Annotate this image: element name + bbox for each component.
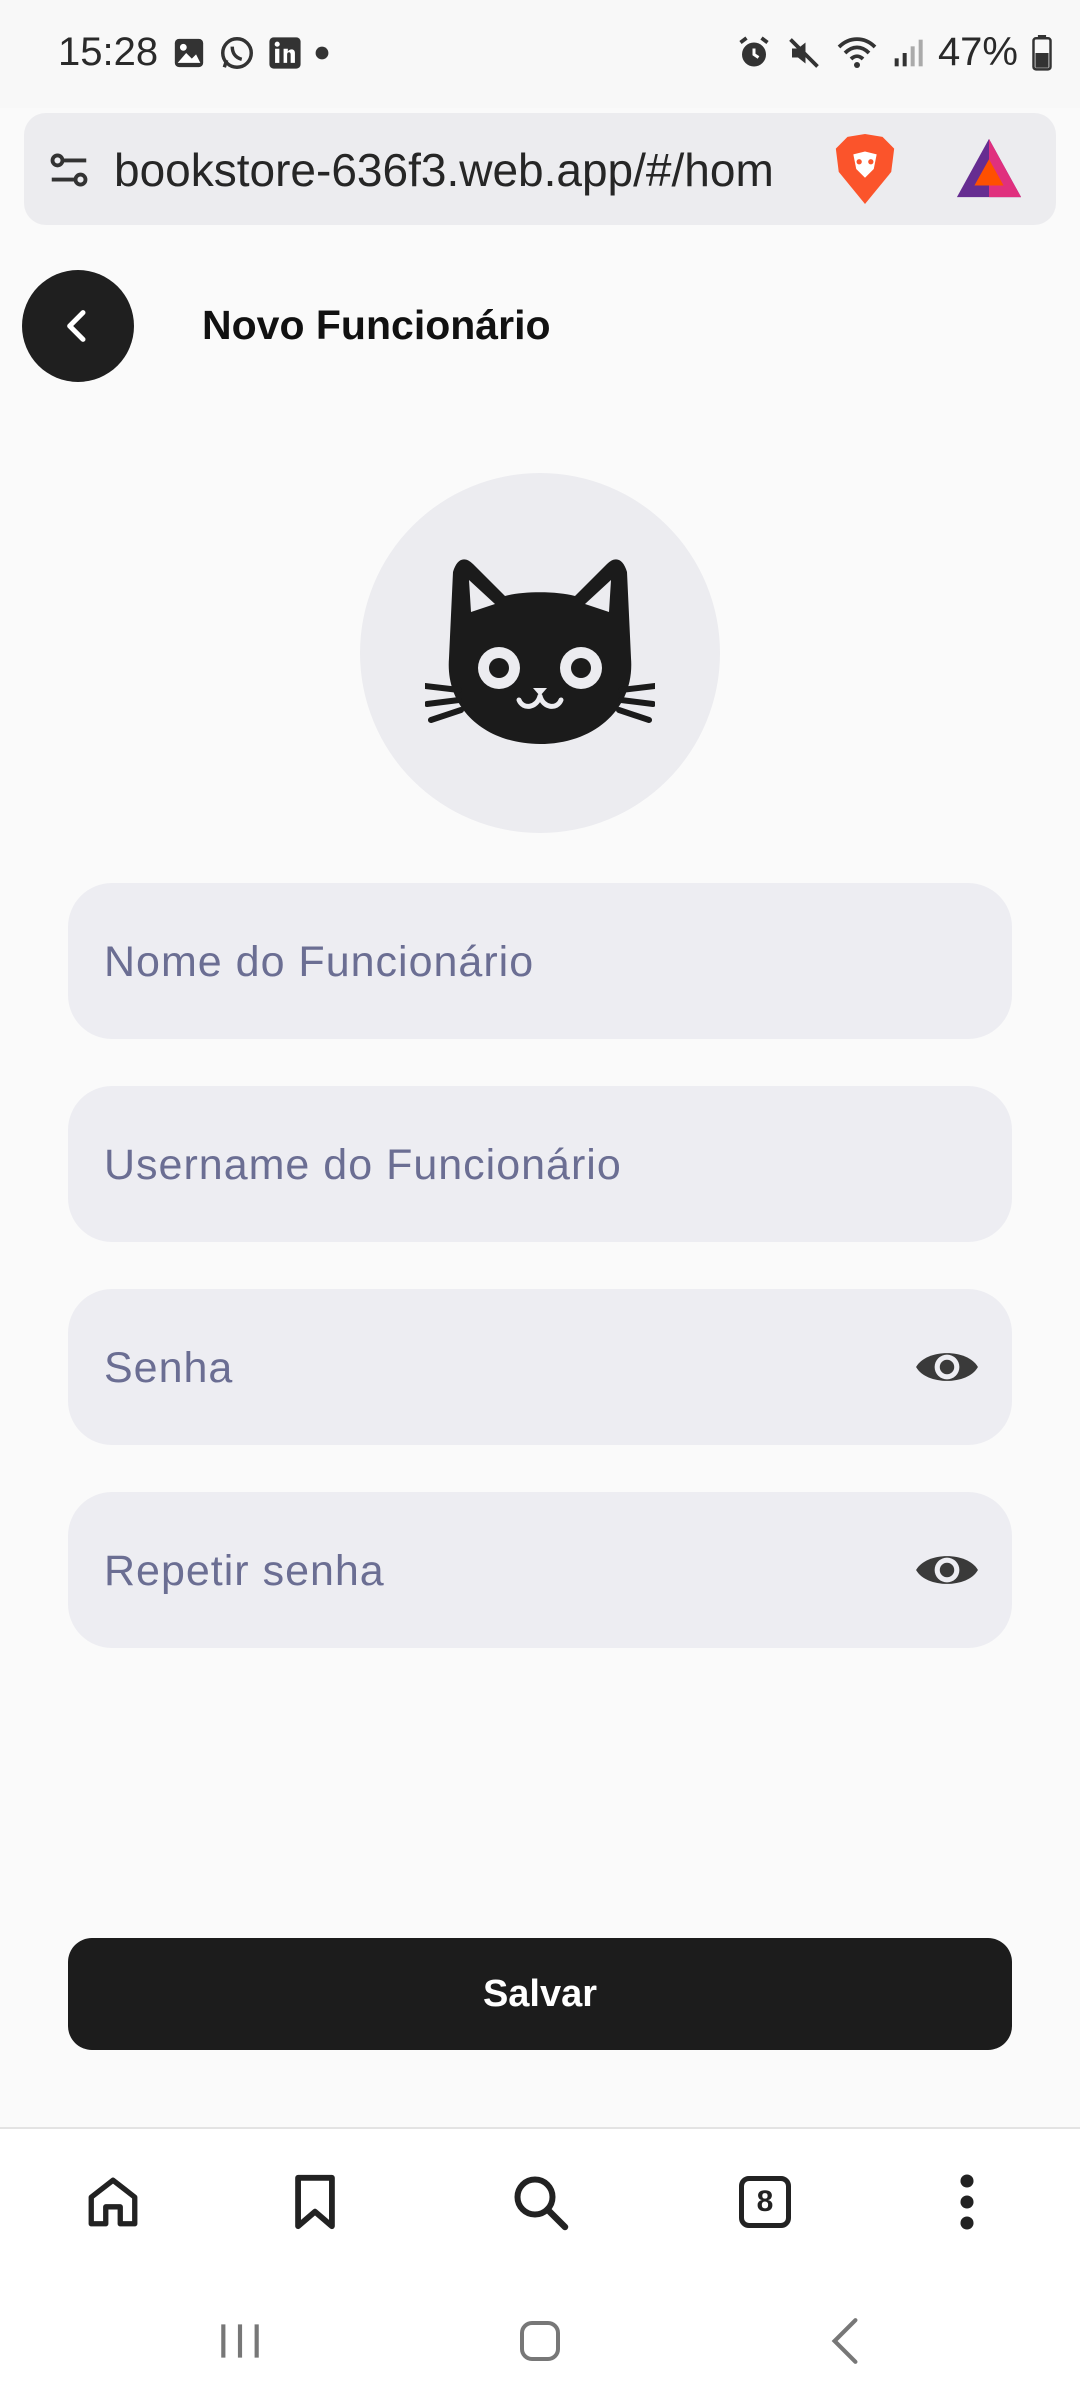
site-settings-icon[interactable] [46, 147, 92, 193]
username-field[interactable] [68, 1086, 1012, 1244]
more-vertical-icon [960, 2174, 974, 2230]
gallery-icon [174, 38, 204, 68]
notification-icons [172, 34, 330, 72]
system-nav-bar [0, 2275, 1080, 2400]
brave-shields-icon[interactable] [830, 131, 900, 207]
name-field[interactable] [68, 883, 1012, 1041]
signal-icon [894, 39, 923, 66]
battery-percent: 47% [937, 30, 1018, 74]
whatsapp-icon [221, 37, 253, 69]
page-title: Novo Funcionário [202, 302, 551, 348]
password-input[interactable] [102, 1289, 926, 1447]
home-nav-button[interactable] [510, 2311, 570, 2371]
url-text[interactable]: bookstore-636f3.web.app/#/hom [114, 143, 834, 197]
battery-icon [1032, 34, 1052, 71]
eye-icon[interactable] [914, 1341, 980, 1393]
url-bar[interactable]: bookstore-636f3.web.app/#/hom [24, 113, 1056, 225]
status-time: 15:28 [58, 30, 159, 74]
mute-icon [789, 37, 819, 68]
menu-button[interactable] [932, 2167, 1002, 2237]
system-status-icons: 47% [736, 30, 1052, 75]
eye-icon[interactable] [914, 1544, 980, 1596]
tabs-count: 8 [739, 2176, 791, 2228]
repeat-password-input[interactable] [102, 1492, 926, 1650]
home-button[interactable] [78, 2167, 148, 2237]
search-button[interactable] [505, 2167, 575, 2237]
bookmarks-button[interactable] [280, 2167, 350, 2237]
dot-icon [315, 46, 329, 60]
home-icon [88, 2177, 138, 2227]
recents-icon [221, 2324, 259, 2358]
chevron-left-icon [67, 310, 86, 342]
status-bar: 15:28 47% [0, 0, 1080, 108]
recents-button[interactable] [210, 2311, 270, 2371]
name-input[interactable] [102, 883, 926, 1041]
username-input[interactable] [102, 1086, 926, 1244]
search-icon [514, 2176, 569, 2231]
save-button[interactable]: Salvar [68, 1938, 1012, 2050]
avatar[interactable] [360, 473, 720, 833]
browser-toolbar: 8 [0, 2127, 1080, 2277]
alarm-icon [739, 36, 769, 66]
wifi-icon [837, 36, 877, 68]
brave-rewards-icon[interactable] [954, 135, 1024, 201]
password-field[interactable] [68, 1289, 1012, 1447]
bookmark-icon [295, 2174, 335, 2230]
home-nav-icon [520, 2321, 560, 2361]
tabs-button[interactable]: 8 [730, 2167, 800, 2237]
back-button[interactable] [22, 270, 134, 382]
cat-icon [425, 559, 655, 744]
back-nav-button[interactable] [815, 2311, 875, 2371]
back-nav-icon [831, 2318, 858, 2364]
linkedin-icon [269, 37, 301, 69]
repeat-password-field[interactable] [68, 1492, 1012, 1650]
